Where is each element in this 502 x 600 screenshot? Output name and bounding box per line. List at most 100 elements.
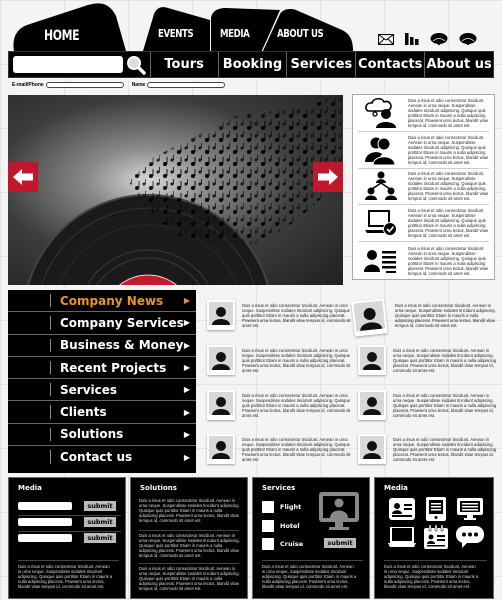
tab-home[interactable]: HOME — [44, 28, 80, 44]
name-field[interactable] — [147, 82, 226, 88]
email-label: E-mail/Phone — [12, 82, 44, 88]
news-item[interactable]: Duis a risus et odio consectetur tincidu… — [351, 298, 498, 340]
prev-slide-button[interactable] — [8, 162, 38, 192]
menu-item-solutions[interactable]: Solutions ▶ — [8, 424, 196, 447]
search-icon[interactable] — [126, 55, 146, 75]
tablet-icon[interactable] — [422, 497, 450, 521]
option-cruise[interactable]: Cruise — [262, 538, 303, 550]
laptop-icon[interactable] — [388, 526, 416, 548]
form-row: submit — [18, 533, 116, 543]
email-phone-field[interactable] — [45, 82, 124, 88]
hero-slider — [8, 95, 343, 285]
monitor-icon[interactable] — [456, 498, 484, 520]
news-item[interactable]: Duis a risus et odio consectetur tincidu… — [358, 434, 502, 474]
services-submit-button[interactable]: submit — [324, 538, 356, 548]
checkbox[interactable] — [262, 520, 274, 532]
feature-text: Duis a risus et odio consectetur tincidu… — [408, 97, 489, 128]
chevron-right-icon: ▶ — [183, 452, 190, 462]
users-icon — [358, 134, 404, 166]
news-text: Duis a risus et odio consectetur tincidu… — [242, 437, 351, 462]
box-title: Media — [384, 484, 408, 492]
bar-chart-icon[interactable] — [405, 32, 419, 50]
cloud-user-icon — [358, 97, 404, 129]
main-navbar: Tours Booking Services Contacts About us — [8, 51, 494, 78]
divider — [384, 560, 487, 561]
chat-bubble-icon[interactable] — [459, 32, 477, 50]
menu-item-company-news[interactable]: Company News ▶ — [8, 290, 196, 313]
media-field-1[interactable] — [18, 502, 72, 510]
chat-dots-icon[interactable] — [456, 526, 484, 548]
news-text: Duis a risus et odio consectetur tincidu… — [242, 348, 351, 373]
avatar-photo — [358, 345, 386, 375]
media-field-3[interactable] — [18, 534, 72, 542]
nav-contacts[interactable]: Contacts — [356, 52, 426, 77]
chat-bubble-icon[interactable] — [430, 32, 448, 50]
user-silhouette-icon — [212, 352, 230, 370]
tab-about-us[interactable]: ABOUT US — [277, 27, 324, 40]
nav-about-us[interactable]: About us — [425, 52, 493, 77]
menu-label: Services — [60, 382, 118, 397]
divider — [262, 560, 363, 561]
laptop-check-icon — [358, 207, 404, 239]
box-text: Duis a risus et odio consectetur tincidu… — [139, 498, 240, 523]
checkbox[interactable] — [262, 501, 274, 513]
user-silhouette-icon — [363, 397, 381, 415]
box-title: Media — [18, 484, 42, 492]
menu-item-services[interactable]: Services ▶ — [8, 379, 196, 402]
nav-services[interactable]: Services — [287, 52, 357, 77]
next-slide-button[interactable] — [313, 162, 343, 192]
option-hotel[interactable]: Hotel — [262, 520, 300, 532]
services-box: Services Flight Hotel Cruise submit Duis… — [252, 477, 370, 599]
box-title: Solutions — [140, 484, 177, 492]
id-card-icon[interactable] — [388, 498, 416, 520]
menu-item-business-money[interactable]: Business & Money ▶ — [8, 335, 196, 357]
menu-item-clients[interactable]: Clients ▶ — [8, 401, 196, 424]
media-form-box: Media submit submit submit Duis a risus … — [8, 477, 126, 599]
box-text: Duis a risus et odio consectetur tincidu… — [139, 566, 240, 591]
news-item[interactable]: Duis a risus et odio consectetur tincidu… — [358, 345, 502, 385]
news-item[interactable]: Duis a risus et odio consectetur tincidu… — [207, 434, 352, 474]
submit-button[interactable]: submit — [84, 517, 116, 527]
news-item[interactable]: Duis a risus et odio consectetur tincidu… — [358, 390, 502, 430]
nav-tours[interactable]: Tours — [151, 52, 219, 77]
chevron-right-icon: ▶ — [183, 385, 190, 395]
monitor-user-icon — [318, 491, 360, 538]
side-menu: Company News ▶ Company Services ▶ Business… — [8, 290, 196, 473]
media-field-2[interactable] — [18, 518, 72, 526]
menu-item-company-services[interactable]: Company Services ▶ — [8, 312, 196, 335]
divider — [18, 560, 119, 561]
menu-label: Company Services — [60, 315, 184, 330]
top-icons — [377, 32, 477, 50]
solutions-box: Solutions Duis a risus et odio consectet… — [130, 477, 248, 599]
search-input[interactable] — [13, 56, 123, 73]
chevron-right-icon: ▶ — [183, 407, 190, 417]
avatar-photo — [207, 434, 235, 464]
news-item[interactable]: Duis a risus et odio consectetur tincidu… — [207, 300, 352, 340]
submit-button[interactable]: submit — [84, 533, 116, 543]
feature-item: Duis a risus et odio consectetur tincidu… — [358, 132, 489, 169]
news-text: Duis a risus et odio consectetur tincidu… — [242, 303, 351, 328]
tab-events[interactable]: EVENTS — [158, 27, 194, 40]
menu-label: Contact us — [60, 450, 133, 465]
avatar-photo — [358, 390, 386, 420]
avatar-photo — [207, 300, 235, 330]
user-silhouette-icon — [212, 397, 230, 415]
menu-item-recent-projects[interactable]: Recent Projects ▶ — [8, 357, 196, 380]
news-item[interactable]: Duis a risus et odio consectetur tincidu… — [207, 390, 352, 430]
mail-icon[interactable] — [377, 32, 395, 50]
news-item[interactable]: Duis a risus et odio consectetur tincidu… — [207, 345, 352, 385]
search-area — [9, 52, 151, 77]
tab-media[interactable]: MEDIA — [220, 27, 250, 40]
submit-button[interactable]: submit — [84, 501, 116, 511]
arrow-right-icon — [318, 169, 338, 185]
option-flight[interactable]: Flight — [262, 501, 301, 513]
nav-booking[interactable]: Booking — [219, 52, 288, 77]
feature-item: Duis a risus et odio consectetur tincidu… — [358, 205, 489, 243]
menu-label: Business & Money — [60, 338, 184, 353]
user-silhouette-icon — [212, 441, 230, 459]
checkbox[interactable] — [262, 538, 274, 550]
box-text: Duis a risus et odio consectetur tincidu… — [18, 564, 113, 589]
contact-card-icon[interactable] — [422, 525, 450, 549]
menu-item-contact-us[interactable]: Contact us ▶ — [8, 446, 196, 468]
feature-text: Duis a risus et odio consectetur tincidu… — [408, 171, 489, 202]
